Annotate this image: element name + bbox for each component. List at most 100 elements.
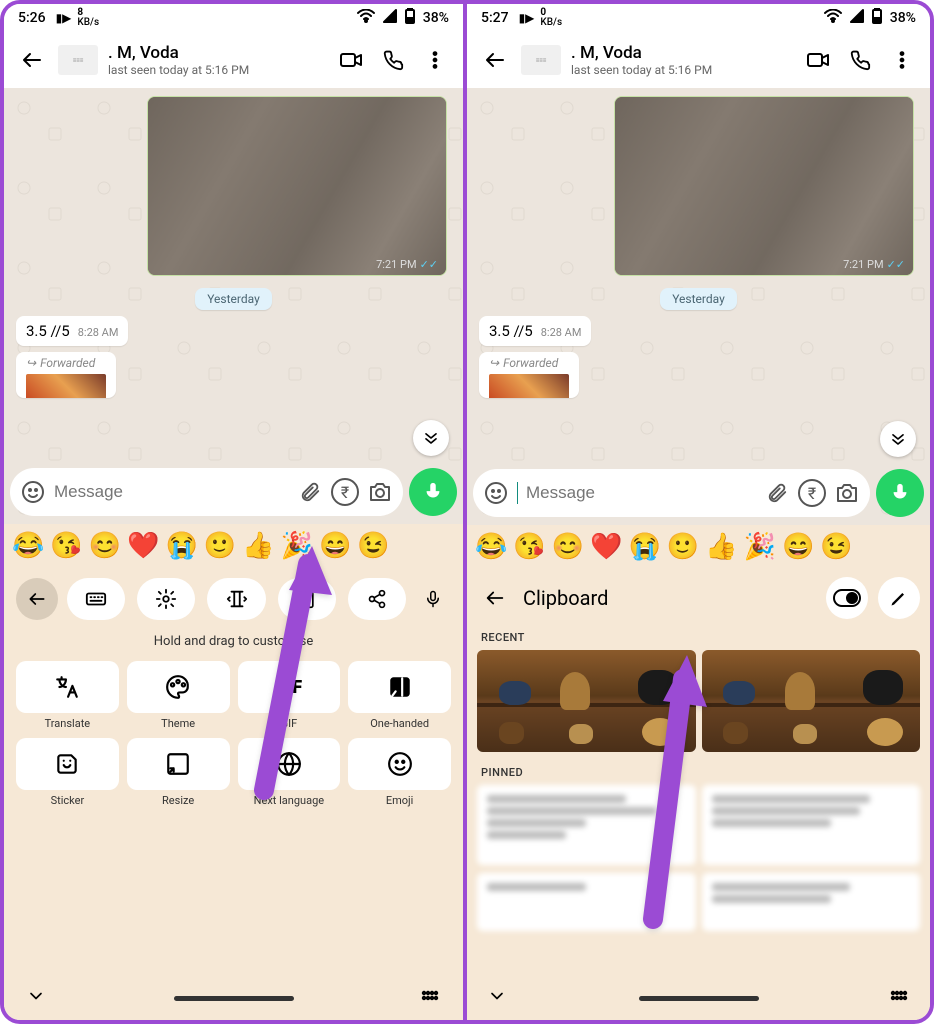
wifi-icon xyxy=(824,9,842,27)
emoji-item[interactable]: 😉 xyxy=(820,532,852,562)
attach-icon[interactable] xyxy=(297,479,323,505)
forwarded-message[interactable]: ↪Forwarded xyxy=(16,352,116,398)
camera-icon[interactable] xyxy=(834,480,860,506)
clipboard-section-recent: RECENT xyxy=(481,631,920,644)
rupee-icon[interactable]: ₹ xyxy=(331,478,359,506)
emoji-item[interactable]: 😘 xyxy=(513,532,545,562)
avatar[interactable]: ≡≡≡ xyxy=(58,45,98,75)
clipboard-image-2[interactable] xyxy=(702,650,921,752)
kb-dots-icon[interactable] xyxy=(890,990,910,1006)
emoji-item[interactable]: 😊 xyxy=(89,531,121,561)
chat-header: ≡≡≡ . M, Voda last seen today at 5:16 PM xyxy=(467,32,930,88)
emoji-item[interactable]: 😘 xyxy=(50,531,82,561)
kb-collapse-icon[interactable] xyxy=(26,986,46,1010)
forward-icon: ↪ xyxy=(26,356,36,370)
call-icon[interactable] xyxy=(377,44,409,76)
emoji-icon[interactable] xyxy=(20,479,46,505)
emoji-item[interactable]: 😭 xyxy=(166,531,198,561)
chat-body: 7:21 PM ✓✓ Yesterday 3.5 //5 8:28 AM ↪Fo… xyxy=(4,88,463,524)
kb-cell-emoji[interactable]: Emoji xyxy=(348,738,451,807)
message-input[interactable] xyxy=(54,482,289,502)
clipboard-title: Clipboard xyxy=(523,586,816,610)
call-icon[interactable] xyxy=(844,44,876,76)
kb-clipboard-icon[interactable] xyxy=(278,578,336,620)
battery-icon xyxy=(872,8,882,28)
date-chip: Yesterday xyxy=(660,288,737,310)
attach-icon[interactable] xyxy=(764,480,790,506)
emoji-item[interactable]: 😂 xyxy=(475,532,507,562)
nav-pill[interactable] xyxy=(174,996,294,1001)
image-message[interactable]: 7:21 PM ✓✓ xyxy=(147,96,447,276)
chat-title[interactable]: . M, Voda last seen today at 5:16 PM xyxy=(108,43,325,77)
kb-voice-icon[interactable] xyxy=(415,578,451,620)
status-speed: 8KB/s xyxy=(77,8,99,28)
emoji-item[interactable]: 😭 xyxy=(629,532,661,562)
signal-icon xyxy=(850,9,864,27)
forwarded-message[interactable]: ↪Forwarded xyxy=(479,352,579,398)
clipboard-text-1[interactable] xyxy=(477,785,696,865)
back-icon[interactable] xyxy=(479,44,511,76)
video-call-icon[interactable] xyxy=(335,44,367,76)
nav-pill[interactable] xyxy=(639,996,759,1001)
emoji-item[interactable]: 😉 xyxy=(357,531,389,561)
kb-cell-gif[interactable]: GIFGIF xyxy=(238,661,341,730)
avatar[interactable]: ≡≡≡ xyxy=(521,45,561,75)
clipboard-text-3[interactable] xyxy=(477,873,696,931)
clipboard-image-1[interactable] xyxy=(477,650,696,752)
kb-cell-translate[interactable]: Translate xyxy=(16,661,119,730)
kb-settings-icon[interactable] xyxy=(137,578,195,620)
camera-icon[interactable] xyxy=(367,479,393,505)
emoji-item[interactable]: 🙂 xyxy=(204,531,236,561)
image-message[interactable]: 7:21 PM ✓✓ xyxy=(614,96,914,276)
kb-cell-sticker[interactable]: Sticker xyxy=(16,738,119,807)
emoji-item[interactable]: ❤️ xyxy=(127,531,159,561)
emoji-item[interactable]: 😊 xyxy=(552,532,584,562)
rupee-icon[interactable]: ₹ xyxy=(798,479,826,507)
emoji-item[interactable]: 😄 xyxy=(319,531,351,561)
emoji-item[interactable]: 😄 xyxy=(782,532,814,562)
clipboard-panel: Clipboard RECENT PINNED xyxy=(467,569,930,1020)
clipboard-text-2[interactable] xyxy=(702,785,921,865)
kb-collapse-icon[interactable] xyxy=(487,986,507,1010)
emoji-item[interactable]: ❤️ xyxy=(590,532,622,562)
scroll-down-button[interactable] xyxy=(880,421,916,457)
chat-title[interactable]: . M, Voda last seen today at 5:16 PM xyxy=(571,43,792,77)
more-icon[interactable] xyxy=(419,44,451,76)
message-input[interactable] xyxy=(526,483,756,503)
read-ticks-icon: ✓✓ xyxy=(420,258,438,271)
emoji-item[interactable]: 🎉 xyxy=(281,531,313,561)
kb-dots-icon[interactable] xyxy=(421,990,441,1006)
clipboard-text-4[interactable] xyxy=(702,873,921,931)
status-time: 5:26 xyxy=(18,10,46,26)
clipboard-back-icon[interactable] xyxy=(477,580,513,616)
emoji-item[interactable]: 👍 xyxy=(705,532,737,562)
clipboard-toggle[interactable] xyxy=(826,577,868,619)
more-icon[interactable] xyxy=(886,44,918,76)
kb-textselect-icon[interactable] xyxy=(207,578,265,620)
kb-cell-theme[interactable]: Theme xyxy=(127,661,230,730)
emoji-item[interactable]: 😂 xyxy=(12,531,44,561)
emoji-item[interactable]: 🎉 xyxy=(744,532,776,562)
mic-button[interactable] xyxy=(409,468,457,516)
dnd-icon: ▮▶ xyxy=(56,11,72,25)
keyboard-panel: Hold and drag to customise Translate The… xyxy=(4,568,463,1020)
clipboard-edit-icon[interactable] xyxy=(878,577,920,619)
status-bar: 5:27 ▮▶ 0KB/s 38% xyxy=(467,4,930,32)
video-call-icon[interactable] xyxy=(802,44,834,76)
back-icon[interactable] xyxy=(16,44,48,76)
emoji-item[interactable]: 🙂 xyxy=(667,532,699,562)
kb-cell-resize[interactable]: Resize xyxy=(127,738,230,807)
kb-cell-nextlang[interactable]: Next language xyxy=(238,738,341,807)
emoji-icon[interactable] xyxy=(483,480,509,506)
mic-button[interactable] xyxy=(876,469,924,517)
kb-share-icon[interactable] xyxy=(348,578,406,620)
message-incoming[interactable]: 3.5 //5 8:28 AM xyxy=(479,316,591,346)
forward-icon: ↪ xyxy=(489,356,499,370)
kb-cell-onehanded[interactable]: One-handed xyxy=(348,661,451,730)
message-incoming[interactable]: 3.5 //5 8:28 AM xyxy=(16,316,128,346)
kb-keyboard-icon[interactable] xyxy=(67,578,125,620)
emoji-item[interactable]: 👍 xyxy=(242,531,274,561)
scroll-down-button[interactable] xyxy=(413,420,449,456)
kb-back-button[interactable] xyxy=(16,578,58,620)
wifi-icon xyxy=(357,9,375,27)
